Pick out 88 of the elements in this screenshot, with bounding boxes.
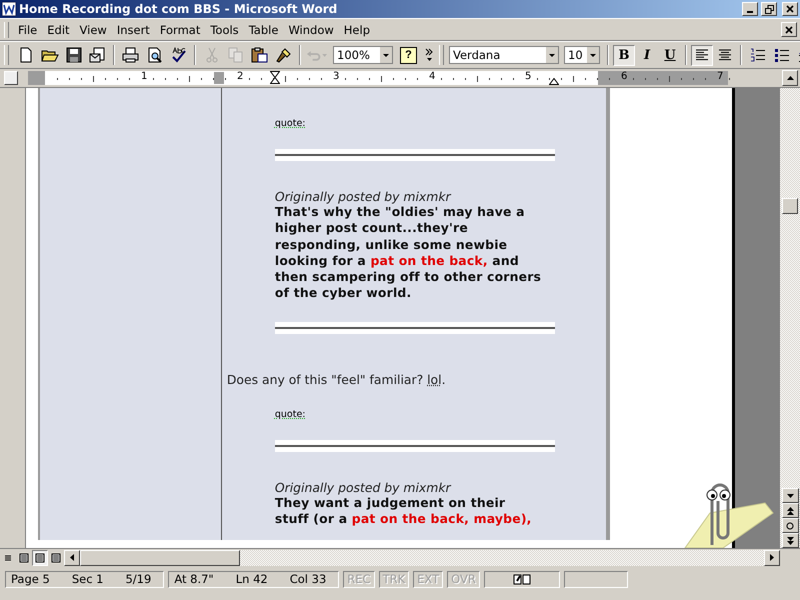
scroll-down-button[interactable]	[782, 488, 799, 503]
word-app-icon	[2, 2, 16, 16]
menu-item[interactable]: Help	[338, 20, 375, 38]
ruler-number: 6	[621, 71, 628, 82]
ruler-number: 4	[429, 71, 436, 82]
numbered-list-icon[interactable]	[750, 48, 766, 62]
status-text: Col 33	[290, 572, 326, 586]
normal-view-icon	[3, 552, 13, 562]
status-text: Page 5	[11, 572, 50, 586]
align-left-icon	[695, 49, 709, 61]
ruler-number: 7	[717, 71, 724, 82]
zoom-dropdown[interactable]: 100%	[333, 46, 393, 64]
menu-item[interactable]: Table	[244, 20, 284, 38]
menu-item[interactable]: View	[74, 20, 112, 38]
font-size-value: 10	[567, 48, 584, 62]
minimize-button[interactable]	[742, 2, 758, 16]
double-down-arrow-icon	[786, 536, 794, 544]
toolbar-overflow-icon[interactable]	[424, 47, 434, 63]
quote-label: quote:	[274, 118, 307, 129]
status-pane	[564, 570, 628, 588]
circle-icon	[786, 522, 794, 530]
restore-button[interactable]	[761, 2, 777, 16]
menu-item[interactable]: Insert	[112, 20, 155, 38]
ruler-number: 5	[525, 71, 532, 82]
close-document-button[interactable]	[781, 22, 797, 37]
quoted-text: They want a judgement on their stuff (or a pat on the back, maybe),	[274, 494, 533, 528]
left-arrow-icon	[70, 554, 74, 561]
paintbrush-icon[interactable]	[276, 47, 292, 63]
ruler-number: 3	[333, 71, 340, 82]
scrollbar-thumb[interactable]	[782, 198, 798, 214]
help-button[interactable]: ?	[400, 46, 417, 64]
down-arrow-icon	[786, 494, 794, 498]
outline-view-icon	[51, 552, 61, 562]
menu-item[interactable]: Tools	[205, 20, 244, 38]
scroll-up-button[interactable]	[782, 70, 798, 86]
double-up-arrow-icon	[786, 506, 794, 514]
print-layout-view-button[interactable]	[32, 550, 48, 566]
spelling-check-icon[interactable]	[170, 47, 186, 63]
web-layout-view-icon	[19, 552, 29, 562]
scroll-right-button[interactable]	[764, 550, 780, 566]
bulleted-list-icon[interactable]	[774, 48, 790, 62]
column-marker-icon[interactable]	[214, 72, 224, 84]
quote-label: quote:	[274, 408, 307, 420]
close-icon	[785, 26, 793, 34]
print-preview-icon[interactable]	[146, 47, 162, 63]
menu-item[interactable]: Window	[283, 20, 339, 38]
menu-item[interactable]: File	[13, 20, 42, 38]
indent-marker-icon[interactable]	[270, 71, 280, 87]
menu-item[interactable]: Format	[154, 20, 206, 38]
ruler-number: 1	[141, 71, 148, 82]
restore-icon	[764, 4, 774, 14]
italic-button[interactable]: I	[636, 44, 658, 66]
previous-page-button[interactable]	[782, 503, 799, 518]
align-left-button[interactable]	[691, 44, 713, 66]
font-name: Verdana	[452, 48, 502, 62]
clipboard-icon[interactable]	[251, 47, 268, 63]
underline-button[interactable]: U	[659, 44, 681, 66]
status-text: Ln 42	[236, 572, 268, 586]
ruler-number: 2	[237, 71, 244, 82]
next-page-button[interactable]	[782, 533, 799, 548]
status-text: At 8.7"	[174, 572, 214, 586]
right-indent-marker-icon[interactable]	[549, 78, 559, 85]
align-center-icon	[718, 49, 732, 61]
font-size-dropdown[interactable]: 10	[564, 46, 600, 64]
scroll-left-button[interactable]	[64, 550, 80, 566]
quote-byline: Originally posted by mixmkr	[274, 480, 452, 495]
menu-item[interactable]: Edit	[42, 20, 75, 38]
document-envelope-icon[interactable]	[89, 47, 106, 63]
print-layout-view-icon	[35, 552, 45, 562]
window-title: Home Recording dot com BBS - Microsoft Word	[19, 2, 338, 16]
status-text: 5/19	[125, 572, 152, 586]
new-document-icon[interactable]	[18, 47, 34, 63]
quoted-text: That's why the "oldies' may have a higher post count...they're responding, unlike some newbie looking for a pat on the back, and then scampering off to other corners of the cyber world.	[274, 204, 542, 302]
status-text: Sec 1	[72, 572, 104, 586]
close-icon	[786, 5, 794, 13]
printer-icon[interactable]	[122, 47, 139, 63]
quote-byline: Originally posted by mixmkr	[274, 189, 452, 204]
book-icon[interactable]	[512, 573, 531, 585]
right-arrow-icon	[770, 554, 774, 561]
bold-button[interactable]: B	[613, 44, 635, 66]
font-dropdown[interactable]: Verdana	[449, 46, 559, 64]
zoom-value: 100%	[336, 48, 371, 62]
body-paragraph: Does any of this "feel" familiar? lol.	[226, 372, 447, 387]
close-button[interactable]	[782, 2, 798, 16]
up-arrow-icon	[786, 76, 794, 80]
tab-stop-selector[interactable]	[4, 71, 18, 85]
browse-object-button[interactable]	[782, 518, 799, 533]
scrollbar-thumb[interactable]	[80, 550, 240, 566]
